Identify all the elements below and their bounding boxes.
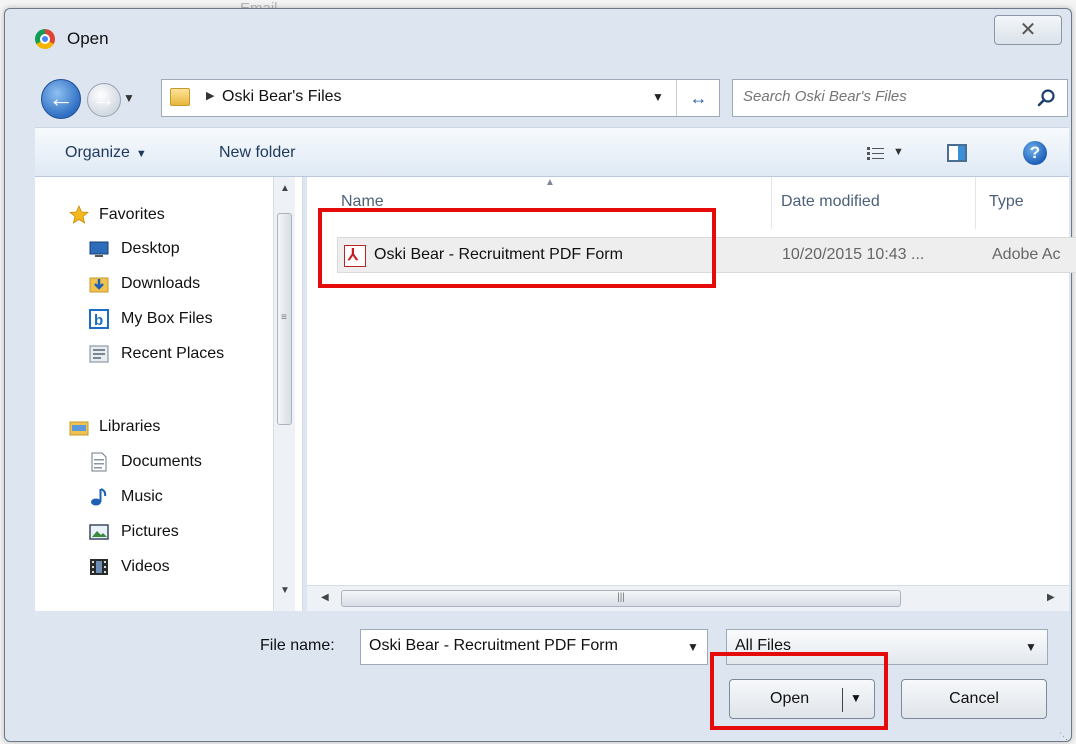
views-dropdown[interactable]: ▼ [893,146,904,158]
open-file-dialog: Open ✕ ← → ▼ ▶ Oski Bear's Files ▼ ↔ Org… [4,8,1076,742]
highlight-box-file [318,208,716,288]
cancel-button[interactable]: Cancel [901,679,1047,719]
help-icon[interactable]: ? [1023,141,1047,165]
close-icon: ✕ [1019,19,1037,41]
file-name-label: File name: [260,637,335,654]
nav-pane-vertical-scrollbar[interactable]: ▲ ≡ ▼ [273,177,295,611]
refresh-icon: ↔ [689,88,708,108]
nav-label: Videos [121,558,170,575]
chevron-down-icon[interactable]: ▼ [687,640,699,654]
grip-icon: ≡ [281,312,287,323]
nav-label: Documents [121,453,202,470]
recent-places-icon [89,345,109,363]
nav-label: Libraries [99,418,161,435]
dialog-title: Open [67,29,109,48]
change-view-icon[interactable] [867,146,885,162]
address-dropdown[interactable]: ▼ [652,90,664,104]
forward-button[interactable]: → [87,83,121,117]
search-icon[interactable] [1037,88,1057,108]
back-arrow-icon: ← [48,83,74,113]
file-name-input[interactable] [369,637,669,655]
videos-icon [90,559,108,575]
libraries-icon [69,421,89,436]
command-toolbar: Organize ▼ New folder ▼ ? [35,127,1069,177]
close-button[interactable]: ✕ [994,15,1062,45]
column-separator[interactable] [771,177,772,229]
new-folder-button[interactable]: New folder [219,144,295,162]
forward-arrow-icon: → [93,86,115,111]
music-icon [91,488,107,506]
nav-label: My Box Files [121,310,213,327]
nav-label: Recent Places [121,345,225,362]
search-input[interactable] [743,88,1023,105]
column-header-date-modified[interactable]: Date modified [781,193,880,211]
resize-grip-icon[interactable]: ⋱ [1059,731,1068,742]
breadcrumb-location[interactable]: Oski Bear's Files [222,88,342,106]
search-box[interactable] [732,79,1068,117]
address-bar[interactable]: ▶ Oski Bear's Files ▼ ↔ [161,79,720,117]
cancel-button-label: Cancel [949,690,999,707]
title-bar: Open ✕ [5,9,1071,67]
breadcrumb-chevron-icon[interactable]: ▶ [206,89,214,102]
horizontal-scrollbar[interactable]: ◀ ||| ▶ [307,585,1069,611]
scroll-down-arrow-icon[interactable]: ▼ [280,585,290,596]
nav-label: Music [121,488,163,505]
sort-ascending-icon: ▲ [545,177,555,188]
scroll-right-arrow-icon[interactable]: ▶ [1047,592,1055,603]
column-header-type[interactable]: Type [989,193,1024,211]
recent-locations-dropdown[interactable]: ▼ [123,91,135,105]
file-type-cell: Adobe Ac [992,246,1061,263]
column-separator[interactable] [975,177,976,229]
scroll-up-arrow-icon[interactable]: ▲ [280,183,290,194]
file-date-cell: 10/20/2015 10:43 ... [782,246,925,263]
star-icon [69,205,89,224]
nav-label: Downloads [121,275,201,292]
back-button[interactable]: ← [41,79,81,119]
svg-text:b: b [94,312,103,329]
nav-label: Pictures [121,523,179,540]
chevron-down-icon: ▼ [135,148,147,160]
scroll-left-arrow-icon[interactable]: ◀ [321,592,329,603]
desktop-icon [89,241,109,257]
box-icon: b [89,309,109,329]
organize-label: Organize [65,144,130,161]
chrome-icon [35,29,55,49]
preview-pane-icon[interactable] [947,144,967,162]
highlight-box-open-button [710,652,888,730]
navigation-pane: Favorites Desktop Downloads b My Box Fil… [35,177,303,611]
nav-label: Favorites [99,206,165,223]
refresh-button[interactable]: ↔ [676,80,720,116]
documents-icon [91,452,107,472]
nav-label: Desktop [121,240,180,257]
grip-icon: ||| [617,592,625,603]
organize-button[interactable]: Organize ▼ [65,144,147,162]
horizontal-scroll-thumb[interactable]: ||| [341,590,901,607]
folder-icon [170,88,190,106]
pictures-icon [89,524,109,540]
downloads-icon [89,277,109,293]
chevron-down-icon: ▼ [1025,640,1037,654]
scroll-thumb[interactable]: ≡ [277,213,292,425]
file-name-combobox[interactable]: ▼ [360,629,708,665]
